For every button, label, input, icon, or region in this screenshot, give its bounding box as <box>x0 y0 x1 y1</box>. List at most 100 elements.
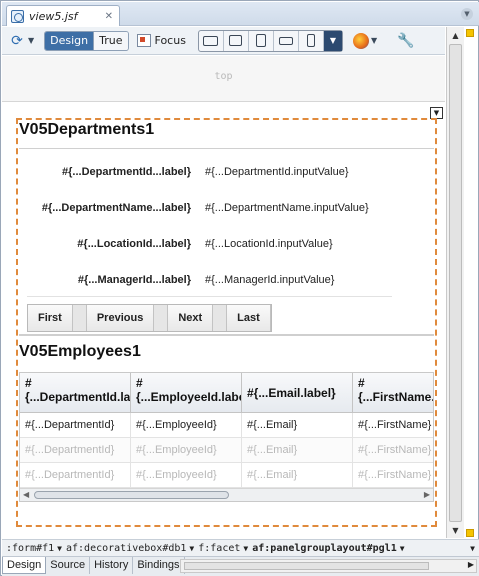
chevron-down-icon[interactable]: ▼ <box>28 36 34 45</box>
tab-design[interactable]: Design <box>2 557 47 574</box>
wrench-icon[interactable]: 🔧 <box>397 33 414 49</box>
header-line: # <box>25 376 32 390</box>
focus-label: Focus <box>154 34 186 47</box>
mode-toggle: Design True <box>44 30 129 51</box>
header-line: {...FirstName.label} <box>358 390 433 404</box>
field-value[interactable]: #{...LocationId.inputValue} <box>205 238 333 250</box>
top-facet-label: top <box>214 71 233 82</box>
focus-icon <box>136 34 151 47</box>
scroll-left-icon[interactable]: ◀ <box>23 490 29 499</box>
breadcrumb-label: :form#f1 <box>6 542 55 554</box>
breadcrumb-item[interactable]: af:decorativebox#db1 ▼ <box>66 543 194 554</box>
header-line: {...DepartmentId.label} <box>25 390 131 404</box>
header-line: {...EmployeeId.label} <box>136 390 242 404</box>
table-cell: #{...Email} <box>242 463 353 487</box>
warning-marker-icon[interactable] <box>466 529 474 537</box>
employees-title: V05Employees1 <box>19 343 141 360</box>
field-label: #{...DepartmentId...label} <box>62 166 191 178</box>
table-row[interactable]: #{...DepartmentId} #{...EmployeeId} #{..… <box>20 463 433 488</box>
design-toolbar: ⟳ ▼ Design True Focus ▼ ▼ 🔧 <box>2 27 445 55</box>
true-mode-button[interactable]: True <box>93 31 128 50</box>
firefox-browser-icon[interactable] <box>352 32 369 49</box>
table-cell: #{...FirstName} <box>353 413 433 437</box>
header-line: # <box>136 376 143 390</box>
close-icon[interactable]: ✕ <box>105 11 113 22</box>
divider <box>19 334 434 336</box>
table-cell: #{...FirstName} <box>353 463 433 487</box>
table-row[interactable]: #{...DepartmentId} #{...EmployeeId} #{..… <box>20 438 433 463</box>
focus-button[interactable]: Focus <box>136 34 186 47</box>
phone-portrait-icon[interactable] <box>299 30 324 51</box>
table-cell: #{...DepartmentId} <box>20 438 131 462</box>
field-value[interactable]: #{...ManagerId.inputValue} <box>205 274 334 286</box>
design-canvas[interactable]: top ▼ V05Departments1 #{...DepartmentId.… <box>2 56 445 538</box>
scroll-thumb[interactable] <box>184 562 429 570</box>
tablet-portrait-icon[interactable] <box>249 30 274 51</box>
first-button[interactable]: First <box>28 305 73 331</box>
column-header[interactable]: #{...Email.label} <box>242 373 353 412</box>
form-row: #{...LocationId...label} #{...LocationId… <box>19 234 434 254</box>
scroll-thumb[interactable] <box>449 44 462 522</box>
header-line: #{...Email.label} <box>247 385 336 400</box>
table-cell: #{...DepartmentId} <box>20 413 131 437</box>
divider <box>19 148 434 149</box>
table-cell: #{...FirstName} <box>353 438 433 462</box>
scroll-right-icon[interactable]: ▶ <box>468 560 474 569</box>
tab-history[interactable]: History <box>90 557 134 574</box>
departments-title: V05Departments1 <box>19 121 155 138</box>
form-row: #{...ManagerId...label} #{...ManagerId.i… <box>19 270 434 290</box>
breadcrumb-scroll-icon[interactable]: ▼ <box>470 544 475 553</box>
field-value[interactable]: #{...DepartmentName.inputValue} <box>205 202 369 214</box>
column-header[interactable]: #{...FirstName.label} <box>353 373 433 412</box>
device-dropdown-icon[interactable]: ▼ <box>323 30 342 51</box>
column-header[interactable]: #{...DepartmentId.label} <box>20 373 131 412</box>
refresh-icon[interactable]: ⟳ <box>8 32 26 50</box>
previous-button[interactable]: Previous <box>86 305 155 331</box>
breadcrumb-item-current[interactable]: af:panelgrouplayout#pgl1 ▼ <box>252 543 404 554</box>
browser-dropdown-icon[interactable]: ▼ <box>371 36 377 45</box>
table-cell: #{...EmployeeId} <box>131 438 242 462</box>
vertical-scrollbar[interactable]: ▲ ▼ <box>446 27 464 538</box>
file-tab[interactable]: view5.jsf ✕ <box>6 5 120 26</box>
chevron-down-icon: ▼ <box>399 543 405 553</box>
tab-bindings[interactable]: Bindings <box>133 557 185 574</box>
table-row[interactable]: #{...DepartmentId} #{...EmployeeId} #{..… <box>20 413 433 438</box>
last-button[interactable]: Last <box>227 305 271 331</box>
tab-source[interactable]: Source <box>46 557 91 574</box>
breadcrumb-label: af:panelgrouplayout#pgl1 <box>252 542 397 554</box>
table-cell: #{...EmployeeId} <box>131 413 242 437</box>
header-line: # <box>358 376 365 390</box>
breadcrumb-item[interactable]: f:facet ▼ <box>198 543 248 554</box>
spacer <box>154 305 169 331</box>
employees-table[interactable]: #{...DepartmentId.label} #{...EmployeeId… <box>19 372 434 502</box>
top-facet[interactable]: top <box>2 56 445 102</box>
scroll-down-icon[interactable]: ▼ <box>447 522 464 538</box>
design-mode-button[interactable]: Design <box>45 31 94 50</box>
table-horizontal-scrollbar[interactable]: ◀ ▶ <box>20 488 433 501</box>
table-cell: #{...Email} <box>242 438 353 462</box>
bottom-horizontal-scrollbar[interactable]: ▶ <box>180 559 477 573</box>
file-tab-label: view5.jsf <box>29 9 78 23</box>
column-header[interactable]: # {...EmployeeId.label} <box>131 373 242 412</box>
field-label: #{...LocationId...label} <box>77 238 191 250</box>
warning-marker-icon[interactable] <box>466 29 474 37</box>
scroll-right-icon[interactable]: ▶ <box>424 490 430 499</box>
next-button[interactable]: Next <box>168 305 214 331</box>
table-cell: #{...DepartmentId} <box>20 463 131 487</box>
table-header: #{...DepartmentId.label} #{...EmployeeId… <box>20 373 433 413</box>
form-row: #{...DepartmentId...label} #{...Departme… <box>19 162 434 182</box>
tab-list-dropdown-icon[interactable]: ▼ <box>461 8 473 20</box>
spacer <box>213 305 228 331</box>
scroll-thumb[interactable] <box>34 491 229 499</box>
tablet-landscape-icon[interactable] <box>224 30 249 51</box>
spacer <box>72 305 87 331</box>
scroll-up-icon[interactable]: ▲ <box>447 27 464 43</box>
editor-window: view5.jsf ✕ ▼ ⟳ ▼ Design True Focus ▼ ▼ … <box>0 0 479 576</box>
breadcrumb-item[interactable]: :form#f1 ▼ <box>6 543 62 554</box>
phone-landscape-icon[interactable] <box>274 30 299 51</box>
chevron-down-icon: ▼ <box>57 543 62 553</box>
field-value[interactable]: #{...DepartmentId.inputValue} <box>205 166 349 178</box>
desktop-icon[interactable] <box>199 30 224 51</box>
field-label: #{...DepartmentName...label} <box>41 202 191 214</box>
navigation-buttons: First Previous Next Last <box>27 304 272 332</box>
